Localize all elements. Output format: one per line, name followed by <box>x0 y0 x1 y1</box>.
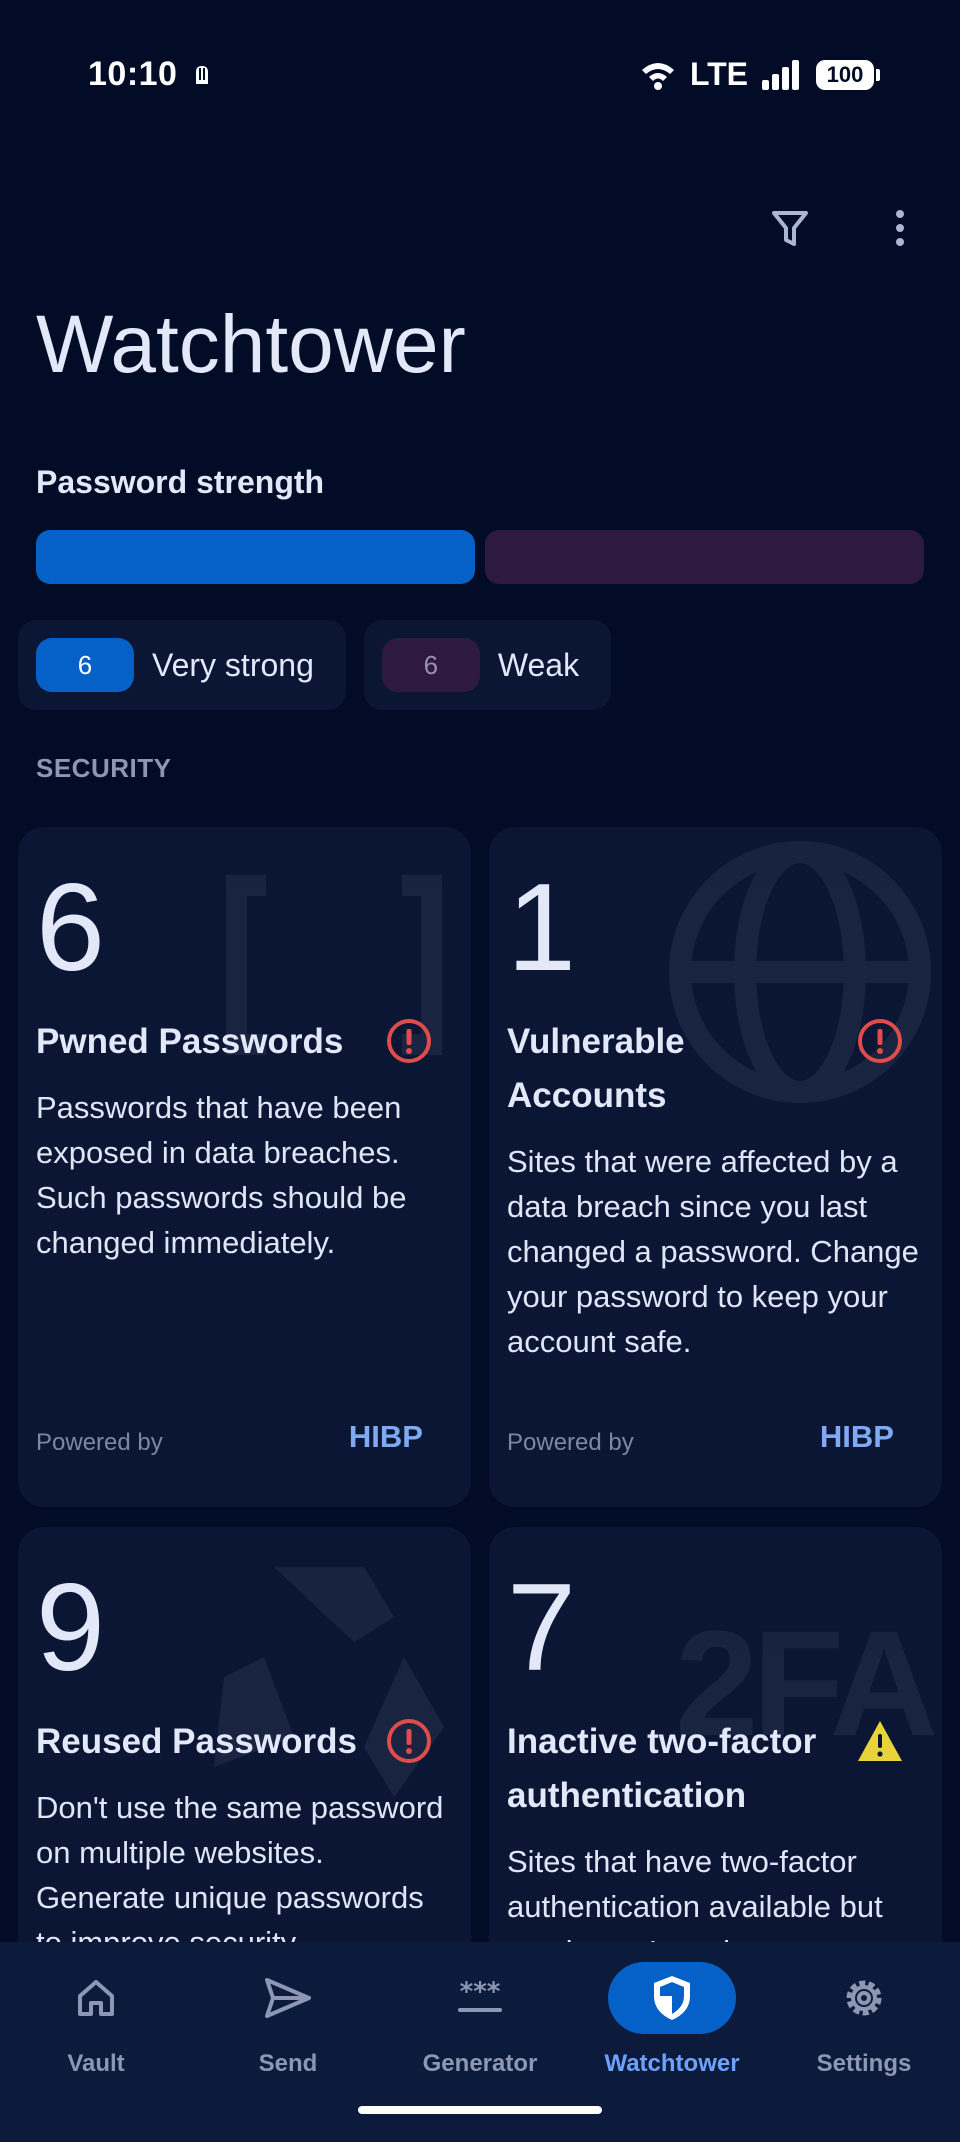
password-strength-bar <box>36 530 924 584</box>
strength-segment-weak <box>485 530 924 584</box>
nav-generator[interactable]: *** Generator <box>385 1962 575 2112</box>
svg-text:***: *** <box>460 1978 501 2007</box>
nav-label: Generator <box>422 2050 538 2077</box>
card-count: 1 <box>507 859 576 997</box>
more-vert-icon <box>896 210 904 246</box>
home-icon <box>78 1980 114 2016</box>
filter-icon <box>772 211 808 246</box>
nav-label: Send <box>258 2050 318 2077</box>
page-title: Watchtower <box>36 299 466 390</box>
card-title: Pwned Passwords <box>36 1022 344 1061</box>
header-actions <box>760 198 930 258</box>
card-title: Reused Passwords <box>36 1722 357 1761</box>
nav-label: Watchtower <box>604 2050 740 2077</box>
card-count: 9 <box>36 1559 105 1697</box>
card-description: Passwords that have been exposed in data… <box>36 1090 407 1260</box>
nav-label: Vault <box>67 2050 125 2077</box>
chip-count: 6 <box>36 638 134 692</box>
send-icon <box>265 1978 311 2018</box>
card-count: 6 <box>36 859 105 997</box>
nav-settings[interactable]: Settings <box>769 1962 959 2112</box>
card-title: Inactive two-factor authentication <box>507 1722 817 1815</box>
card-count: 7 <box>507 1559 576 1697</box>
error-icon <box>858 1019 902 1063</box>
battery-level: 100 <box>826 61 864 87</box>
status-bar: 10:10 LTE 100 <box>0 0 960 150</box>
password-strength-label: Password strength <box>36 464 325 500</box>
card-description: Sites that were affected by a data breac… <box>507 1144 919 1359</box>
powered-by-label: Powered by <box>507 1429 634 1456</box>
error-icon <box>387 1019 431 1063</box>
card-pwned-passwords[interactable]: 6 Pwned Passwords Passwords that have be… <box>18 827 471 1507</box>
warning-icon <box>858 1721 902 1761</box>
notification-icon <box>196 66 208 84</box>
gear-icon <box>846 1980 882 2016</box>
battery-icon: 100 <box>816 59 880 90</box>
nav-watchtower[interactable]: Watchtower <box>577 1962 767 2112</box>
filter-button[interactable] <box>760 198 820 258</box>
hibp-link[interactable]: HIBP <box>820 1419 894 1455</box>
more-options-button[interactable] <box>870 198 930 258</box>
error-icon <box>387 1719 431 1763</box>
strength-chips: 6 Very strong 6 Weak <box>18 620 612 710</box>
powered-by-label: Powered by <box>36 1429 163 1456</box>
chip-weak[interactable]: 6 Weak <box>363 620 612 710</box>
security-section-label: SECURITY <box>36 753 172 783</box>
status-time: 10:10 <box>88 55 178 93</box>
wifi-icon <box>641 62 674 90</box>
hibp-link[interactable]: HIBP <box>349 1419 423 1455</box>
chip-label: Very strong <box>152 646 314 683</box>
chip-label: Weak <box>497 646 580 683</box>
network-type: LTE <box>689 56 748 92</box>
card-description: Don't use the same password on multiple … <box>36 1790 444 1960</box>
chip-very-strong[interactable]: 6 Very strong <box>18 620 346 710</box>
shield-icon <box>654 1976 690 2020</box>
card-vulnerable-accounts[interactable]: 1 Vulnerable Accounts Sites that were af… <box>489 827 942 1507</box>
strength-segment-strong <box>36 530 475 584</box>
nav-vault[interactable]: Vault <box>1 1962 191 2112</box>
nav-send[interactable]: Send <box>193 1962 383 2112</box>
home-indicator[interactable] <box>358 2106 602 2114</box>
nav-label: Settings <box>816 2050 912 2077</box>
generator-icon: *** <box>458 1978 502 2012</box>
chip-count: 6 <box>381 638 480 692</box>
signal-icon <box>762 59 799 90</box>
card-title: Vulnerable Accounts <box>507 1022 685 1115</box>
